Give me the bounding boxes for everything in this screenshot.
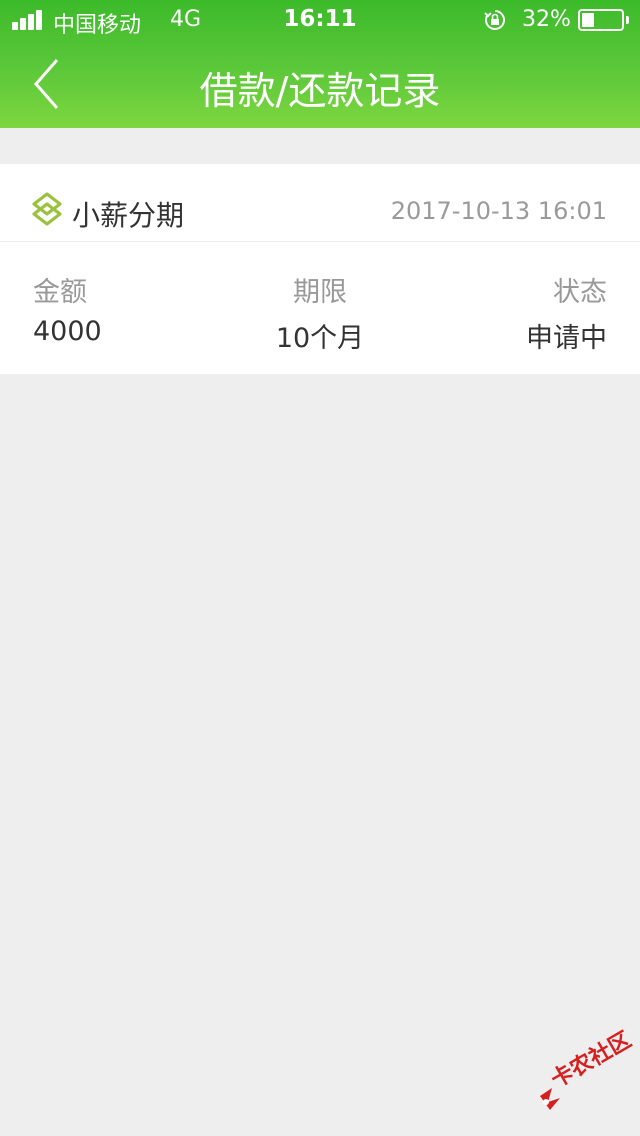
battery-icon (578, 9, 624, 31)
navigation-bar: 借款/还款记录 (0, 40, 640, 128)
term-label: 期限 (293, 277, 347, 308)
battery-level-fill (582, 13, 595, 27)
product-name: 小薪分期 (72, 199, 185, 232)
status-bar: 中国移动 4G 16:11 32% (0, 0, 640, 40)
xiaoxin-logo-icon (32, 192, 62, 226)
status-label: 状态 (553, 277, 607, 308)
battery-nub (626, 16, 629, 24)
page-title: 借款/还款记录 (199, 69, 441, 113)
record-card-header: 小薪分期 2017-10-13 16:01 (0, 164, 640, 242)
app-header: 中国移动 4G 16:11 32% 借款/还款记录 (0, 0, 640, 128)
rotation-lock-icon (484, 10, 505, 30)
loan-record-card[interactable]: 小薪分期 2017-10-13 16:01 金额 4000 期限 10个月 状态… (0, 164, 640, 374)
battery-percent: 32% (522, 7, 571, 32)
status-value: 申请中 (526, 323, 607, 354)
record-date: 2017-10-13 16:01 (390, 197, 607, 225)
